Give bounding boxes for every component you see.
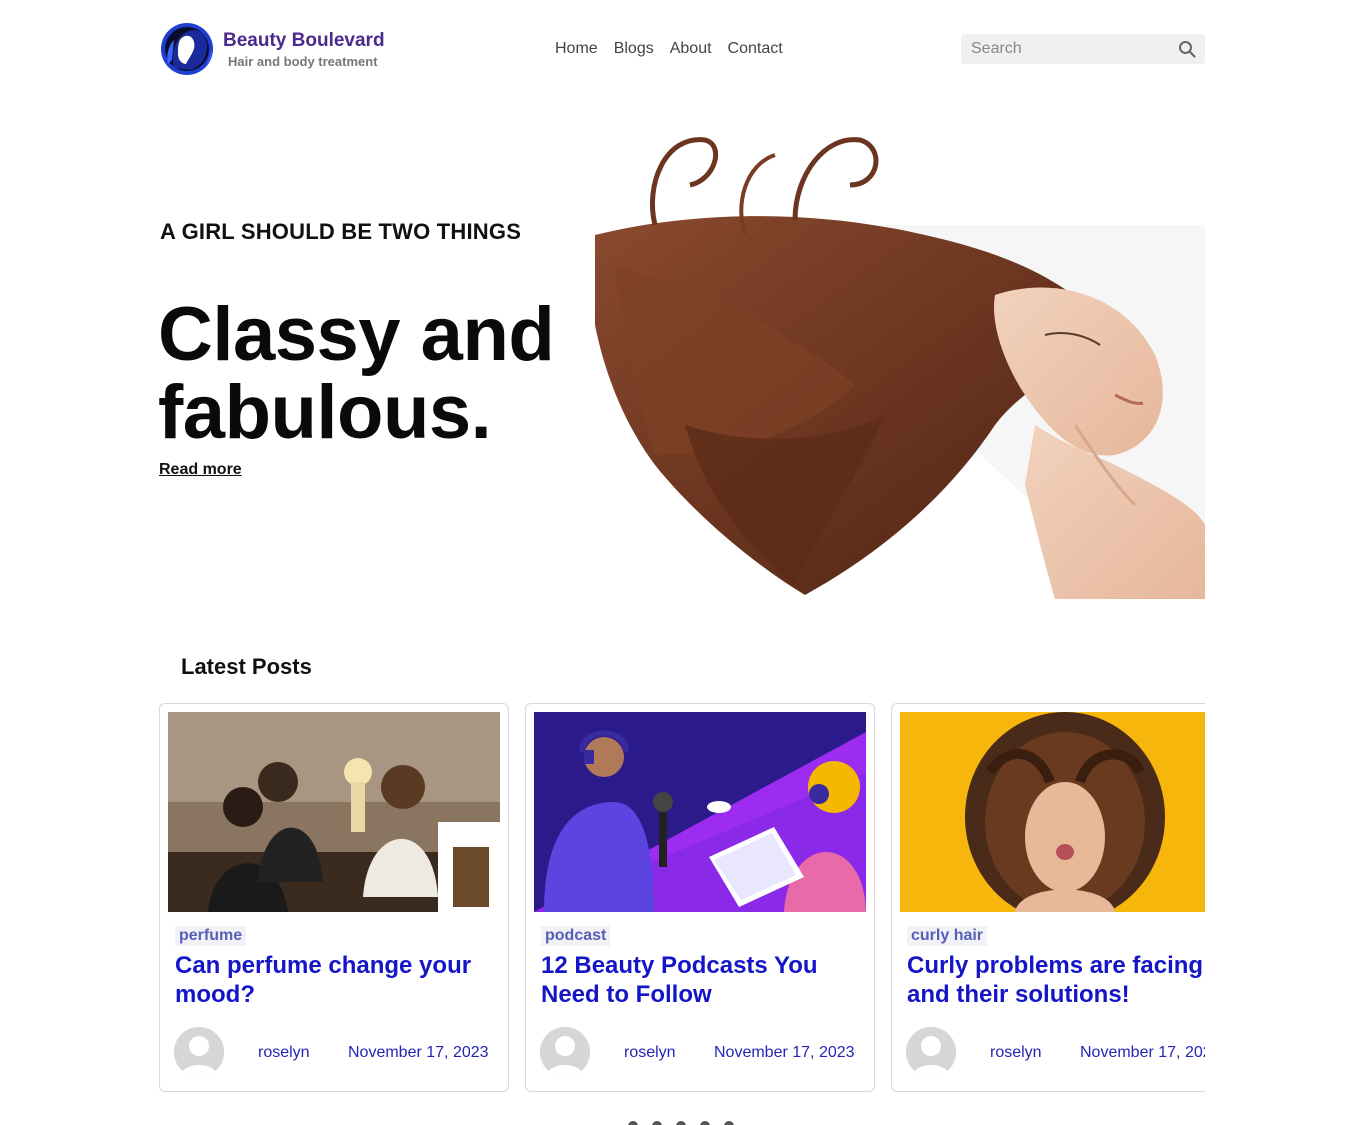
carousel-dot[interactable]: [700, 1121, 710, 1125]
search-icon[interactable]: [1178, 40, 1196, 58]
post-card[interactable]: podcast 12 Beauty Podcasts You Need to F…: [525, 703, 875, 1092]
avatar: [906, 1027, 956, 1077]
post-author[interactable]: roselyn: [624, 1044, 676, 1062]
main-nav: Home Blogs About Contact: [555, 40, 783, 58]
post-tag[interactable]: podcast: [541, 926, 611, 946]
latest-posts-carousel: perfume Can perfume change your mood? ro…: [159, 703, 1205, 1103]
nav-about[interactable]: About: [670, 40, 712, 58]
avatar: [174, 1027, 224, 1077]
post-card[interactable]: perfume Can perfume change your mood? ro…: [159, 703, 509, 1092]
post-thumbnail-image[interactable]: [534, 712, 866, 912]
post-author[interactable]: roselyn: [258, 1044, 310, 1062]
site-header: Beauty Boulevard Hair and body treatment…: [160, 20, 1205, 80]
brand-tagline: Hair and body treatment: [228, 54, 378, 69]
post-card[interactable]: curly hair Curly problems are facing and…: [891, 703, 1205, 1092]
post-title[interactable]: Can perfume change your mood?: [175, 951, 505, 1009]
post-thumbnail-image[interactable]: [168, 712, 500, 912]
post-date: November 17, 2023: [1080, 1044, 1205, 1061]
hero-eyebrow: A GIRL SHOULD BE TWO THINGS: [160, 219, 522, 244]
carousel-dot[interactable]: [652, 1121, 662, 1125]
post-thumbnail-image[interactable]: [900, 712, 1205, 912]
search-box: [961, 34, 1205, 64]
hero-hair-image: [595, 125, 1205, 599]
nav-blogs[interactable]: Blogs: [614, 40, 654, 58]
hero-headline: Classy and fabulous.: [158, 292, 555, 455]
post-date: November 17, 2023: [348, 1044, 489, 1061]
carousel-dot[interactable]: [676, 1121, 686, 1125]
avatar: [540, 1027, 590, 1077]
post-date: November 17, 2023: [714, 1044, 855, 1061]
latest-posts-title: Latest Posts: [181, 654, 312, 679]
brand-logo-icon[interactable]: [160, 20, 214, 78]
post-title[interactable]: 12 Beauty Podcasts You Need to Follow: [541, 951, 871, 1009]
brand-name[interactable]: Beauty Boulevard: [223, 30, 385, 52]
nav-home[interactable]: Home: [555, 40, 598, 58]
nav-contact[interactable]: Contact: [728, 40, 783, 58]
post-tag[interactable]: curly hair: [907, 926, 988, 946]
carousel-dot[interactable]: [724, 1121, 734, 1125]
search-input[interactable]: [961, 34, 1161, 64]
read-more-link[interactable]: Read more: [159, 461, 242, 479]
post-title[interactable]: Curly problems are facing and their solu…: [907, 951, 1205, 1009]
post-tag[interactable]: perfume: [175, 926, 247, 946]
post-author[interactable]: roselyn: [990, 1044, 1042, 1062]
carousel-pagination: [628, 1121, 734, 1125]
carousel-dot[interactable]: [628, 1121, 638, 1125]
